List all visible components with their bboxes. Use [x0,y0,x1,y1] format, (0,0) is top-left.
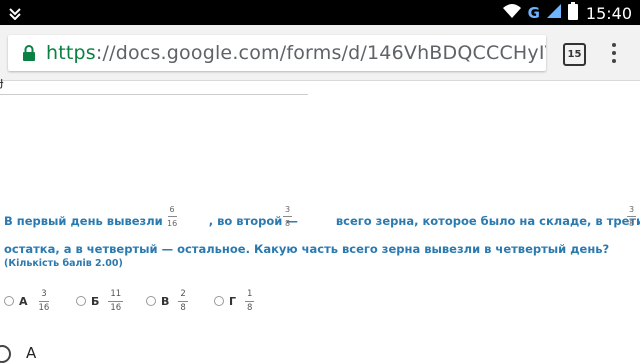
url-text: https://docs.google.com/forms/d/146VhBDQ… [46,41,546,65]
battery-icon [567,2,578,24]
url-scheme: https [46,42,96,64]
option-fraction: 28 [178,288,188,313]
radio-icon[interactable] [4,296,14,306]
answer-choice-label: А [26,344,37,362]
fraction-2: 38 [283,205,293,228]
question-text-line-2: остатка, а в четвертый — остальное. Каку… [4,242,610,256]
question-segment-3: всего зерна, которое было на складе, в т… [335,214,640,228]
radio-icon[interactable] [76,296,86,306]
option-c[interactable]: В 28 [146,286,188,316]
url-path: ://docs.google.com/forms/d/146VhBDQCCCHy… [95,42,546,64]
notification-icon [8,5,22,21]
tab-switcher-button[interactable]: 15 [563,43,586,66]
previous-question-fragment: ɟ [0,75,308,95]
radio-icon[interactable] [146,296,156,306]
address-bar[interactable]: https://docs.google.com/forms/d/146VhBDQ… [8,35,546,71]
lock-icon [22,45,36,61]
option-letter: А [19,294,28,308]
option-letter: Б [91,294,100,308]
answer-options: А 3 16 Б 11 16 В 28 Г 18 [4,286,304,316]
question-segment-1: В первый день вывезли [4,214,163,228]
points-label: (Кількість балів 2.00) [4,258,123,269]
status-indicators: G 15:40 [502,2,632,24]
radio-icon[interactable] [214,296,224,306]
answer-choice-row[interactable]: А [0,344,60,363]
signal-icon [546,3,562,23]
option-a[interactable]: А 3 16 [4,286,51,316]
network-type-label: G [527,4,540,22]
option-b[interactable]: Б 11 16 [76,286,124,316]
option-fraction: 3 16 [38,288,50,313]
fraction-3: 38 [627,205,637,228]
wifi-icon [502,3,522,23]
option-fraction: 18 [245,288,255,313]
overflow-menu-icon[interactable] [607,41,621,65]
option-letter: Г [229,294,237,308]
browser-toolbar: https://docs.google.com/forms/d/146VhBDQ… [0,25,640,81]
option-d[interactable]: Г 18 [214,286,255,316]
question-text-line-1: В первый день вывезли , во второй — всег… [4,214,640,228]
fraction-1: 6 16 [167,205,178,228]
answer-radio-button[interactable] [0,345,11,363]
option-letter: В [161,294,170,308]
option-fraction: 11 16 [108,288,124,313]
status-bar: G 15:40 [0,0,640,25]
clock: 15:40 [585,3,632,23]
clipped-glyph: ɟ [0,75,4,89]
